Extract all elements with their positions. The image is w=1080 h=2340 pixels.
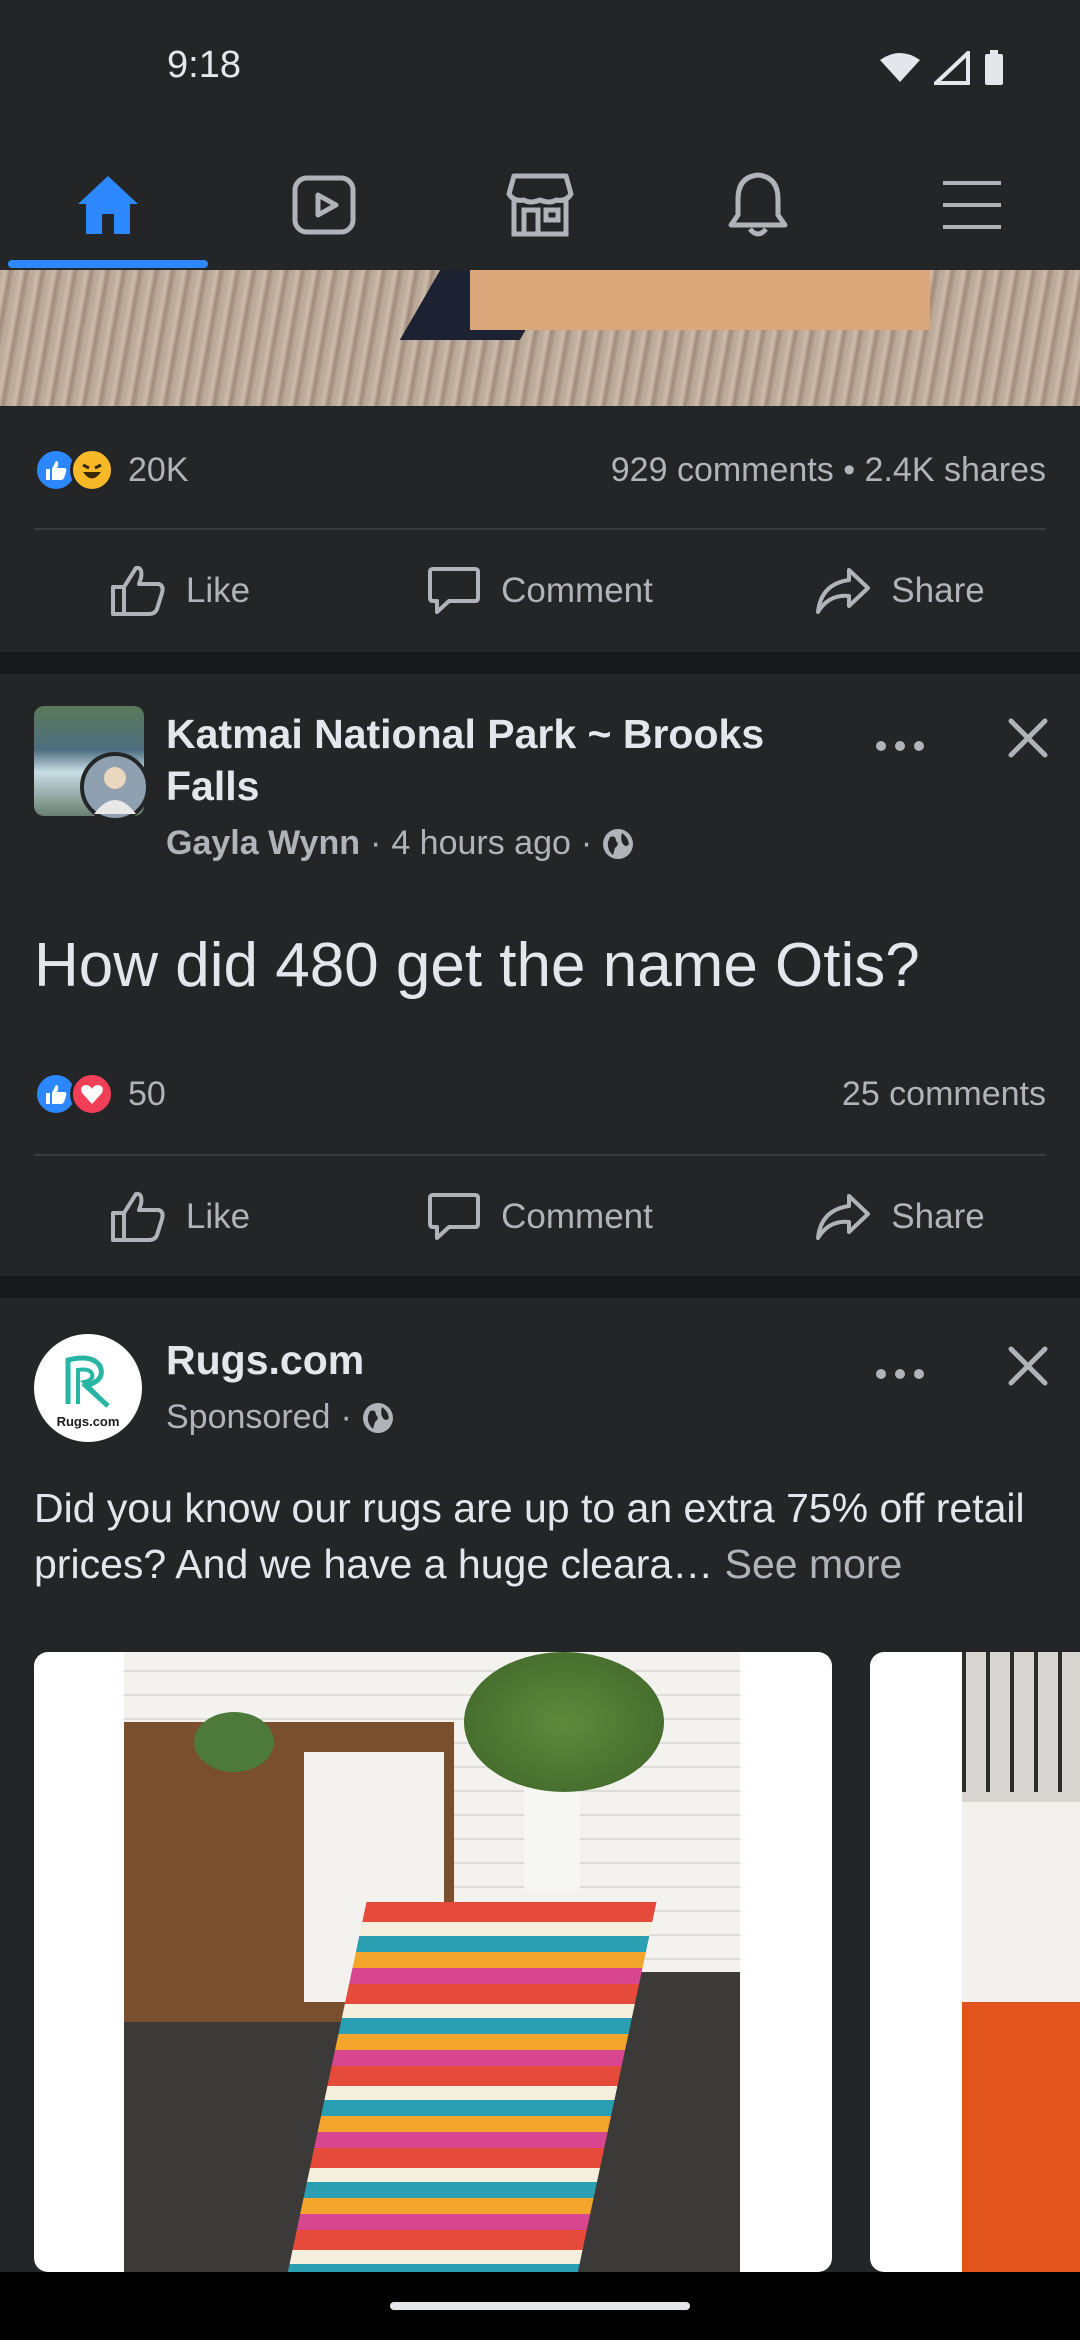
globe-icon xyxy=(603,828,634,859)
reactions-count: 50 xyxy=(128,1074,166,1113)
divider xyxy=(34,528,1046,530)
share-icon xyxy=(816,1194,871,1240)
author-avatar xyxy=(80,752,150,822)
status-bar: 9:18 xyxy=(0,0,1080,140)
carousel-card[interactable] xyxy=(34,1652,832,2272)
see-more-link[interactable]: See more xyxy=(725,1541,903,1587)
share-button[interactable]: Share xyxy=(720,1162,1080,1272)
tab-notifications[interactable] xyxy=(658,140,858,270)
post-text: How did 480 get the name Otis? xyxy=(34,931,920,1000)
home-gesture-pill[interactable] xyxy=(390,2302,690,2310)
more-icon xyxy=(876,1369,924,1379)
author-name[interactable]: Gayla Wynn xyxy=(166,824,360,863)
post-meta: Sponsored · xyxy=(166,1398,394,1437)
more-options-button[interactable] xyxy=(870,726,930,766)
post-image[interactable] xyxy=(0,270,1080,406)
globe-icon xyxy=(362,1402,393,1433)
haha-reaction-icon xyxy=(70,448,114,492)
share-button[interactable]: Share xyxy=(720,536,1080,646)
meta-separator: · xyxy=(370,824,382,862)
active-tab-indicator xyxy=(8,260,208,268)
comment-button[interactable]: Comment xyxy=(360,1162,720,1272)
hide-post-button[interactable] xyxy=(1000,1338,1056,1394)
divider xyxy=(34,1154,1046,1156)
palm xyxy=(464,1652,664,1792)
close-icon xyxy=(1008,718,1048,758)
like-label: Like xyxy=(185,1197,251,1236)
comment-icon xyxy=(428,1193,481,1240)
thumbs-up-icon xyxy=(110,565,165,616)
menu-icon xyxy=(943,181,1001,229)
tab-menu[interactable] xyxy=(872,140,1072,270)
status-icons xyxy=(880,50,1004,86)
share-icon xyxy=(816,568,871,614)
post-time[interactable]: 4 hours ago xyxy=(391,824,571,863)
image-box xyxy=(470,270,930,330)
more-icon xyxy=(876,741,924,751)
like-button[interactable]: Like xyxy=(0,536,360,646)
marketplace-icon xyxy=(506,173,574,237)
post-meta: Gayla Wynn · 4 hours ago · xyxy=(166,824,634,863)
love-reaction-icon xyxy=(70,1072,114,1116)
reactions-count: 20K xyxy=(128,450,189,489)
close-icon xyxy=(1008,1346,1048,1386)
home-icon xyxy=(78,176,138,234)
battery-icon xyxy=(985,50,1003,85)
action-row: Like Comment Share xyxy=(0,536,1080,646)
rugs-logo-text: Rugs.com xyxy=(56,1414,120,1429)
share-label: Share xyxy=(891,1197,985,1236)
tab-marketplace[interactable] xyxy=(440,140,640,270)
ad-text: Did you know our rugs are up to an extra… xyxy=(34,1480,1054,1592)
plant xyxy=(194,1712,274,1772)
reactions-row[interactable]: 50 25 comments xyxy=(34,1064,1046,1124)
comment-icon xyxy=(428,567,481,614)
tab-home[interactable] xyxy=(8,140,208,270)
thumbs-up-icon xyxy=(110,1191,165,1242)
post-card-2: Katmai National Park ~ Brooks Falls Gayl… xyxy=(0,674,1080,1276)
comments-shares-count[interactable]: 929 comments • 2.4K shares xyxy=(611,451,1046,490)
like-button[interactable]: Like xyxy=(0,1162,360,1272)
bell-icon xyxy=(728,172,788,237)
meta-separator: · xyxy=(580,824,593,862)
product-image xyxy=(124,1652,740,2272)
post-card-1: 20K 929 comments • 2.4K shares Like Comm… xyxy=(0,406,1080,652)
more-options-button[interactable] xyxy=(870,1354,930,1394)
comment-label: Comment xyxy=(501,571,653,610)
group-avatar[interactable] xyxy=(34,706,150,822)
comments-count[interactable]: 25 comments xyxy=(842,1075,1046,1114)
sponsored-label[interactable]: Sponsored xyxy=(166,1398,330,1437)
group-name[interactable]: Katmai National Park ~ Brooks Falls xyxy=(166,708,806,812)
carousel-card[interactable] xyxy=(870,1652,1080,2272)
signal-icon xyxy=(934,51,970,85)
wifi-icon xyxy=(880,53,920,82)
comment-button[interactable]: Comment xyxy=(360,536,720,646)
top-nav-bar xyxy=(0,140,1080,272)
product-image xyxy=(962,1652,1080,2272)
advertiser-name[interactable]: Rugs.com xyxy=(166,1334,806,1386)
reactions-row[interactable]: 20K 929 comments • 2.4K shares xyxy=(34,440,1046,500)
tab-watch[interactable] xyxy=(224,140,424,270)
status-time: 9:18 xyxy=(167,44,241,86)
meta-separator: · xyxy=(340,1398,352,1436)
hide-post-button[interactable] xyxy=(1000,710,1056,766)
advertiser-avatar[interactable]: Rugs.com xyxy=(34,1334,142,1442)
watch-icon xyxy=(292,175,356,235)
share-label: Share xyxy=(891,571,985,610)
system-home-bar xyxy=(0,2272,1080,2340)
action-row: Like Comment Share xyxy=(0,1162,1080,1272)
like-label: Like xyxy=(185,571,251,610)
comment-label: Comment xyxy=(501,1197,653,1236)
